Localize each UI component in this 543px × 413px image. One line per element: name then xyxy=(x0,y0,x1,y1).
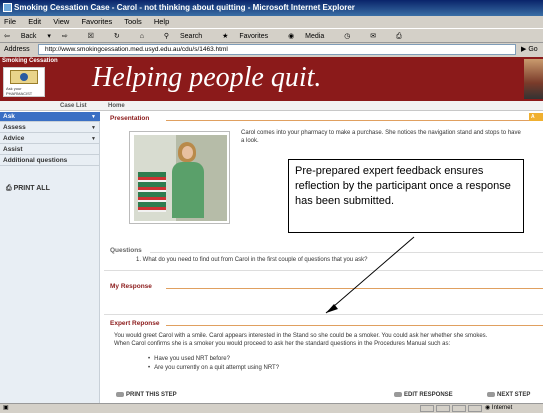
menu-favorites[interactable]: Favorites xyxy=(81,17,112,26)
browser-toolbar: ⇦ Back ▾ ⇨ ☒ ↻ ⌂ ⚲ Search ★ Favorites ◉ … xyxy=(0,28,543,43)
pharmacist-logo[interactable]: Ask your PHARMACIST xyxy=(3,67,45,97)
brand-tag: Smoking Cessation xyxy=(2,58,58,64)
annotation-callout: Pre-prepared expert feedback ensures ref… xyxy=(288,159,524,233)
address-bar: Address http://www.smokingcessation.med.… xyxy=(0,43,543,56)
question-text: 1. What do you need to find out from Car… xyxy=(136,257,368,263)
print-all-button[interactable]: ⎙ PRINT ALL xyxy=(6,185,50,193)
sidebar-item-additional-questions[interactable]: Additional questions xyxy=(0,156,100,166)
security-zone: ◉ Internet xyxy=(485,405,513,411)
divider xyxy=(150,252,543,253)
print-step-button[interactable]: PRINT THIS STEP xyxy=(116,392,177,398)
top-nav: Case List Home xyxy=(0,101,543,111)
menu-tools[interactable]: Tools xyxy=(124,17,142,26)
sidebar: Ask ▼ Assess ▼ Advice ▼ Assist Additional q… xyxy=(0,112,100,403)
menu-view[interactable]: View xyxy=(53,17,69,26)
stop-button[interactable]: ☒ xyxy=(88,33,103,40)
my-response-heading: My Response xyxy=(110,283,152,290)
mail-icon: ✉ xyxy=(370,33,377,40)
forward-arrow-icon: ⇨ xyxy=(61,33,68,40)
printer-icon: ⎙ xyxy=(396,33,402,40)
step-actions: PRINT THIS STEP EDIT RESPONSE NEXT STEP xyxy=(104,390,543,402)
back-arrow-icon: ⇦ xyxy=(4,33,10,40)
globe-icon: ◉ xyxy=(485,405,491,411)
logo-emblem-icon xyxy=(10,70,38,84)
presentation-heading: Presentation xyxy=(110,115,150,122)
divider xyxy=(104,270,543,271)
expert-response-heading: Expert Reponse xyxy=(110,320,160,327)
sidebar-item-ask[interactable]: Ask ▼ xyxy=(0,112,100,122)
refresh-button[interactable]: ↻ xyxy=(114,33,129,40)
forward-button[interactable]: ⇨ xyxy=(62,33,77,40)
next-step-button[interactable]: NEXT STEP xyxy=(487,392,530,398)
menu-file[interactable]: File xyxy=(4,17,16,26)
list-item: Are you currently on a quit attempt usin… xyxy=(148,364,279,373)
edit-response-button[interactable]: EDIT RESPONSE xyxy=(394,392,453,398)
case-list-link[interactable]: Case List xyxy=(60,101,87,111)
printer-icon: ⎙ xyxy=(6,185,12,192)
ie-icon xyxy=(3,3,12,12)
corner-tab[interactable]: A xyxy=(529,113,543,121)
print-button[interactable]: ⎙ xyxy=(396,33,411,40)
chevron-down-icon: ▼ xyxy=(91,125,96,131)
search-button[interactable]: ⚲ Search xyxy=(164,33,211,40)
expert-response-text: You would greet Carol with a smile. Caro… xyxy=(114,333,488,347)
go-arrow-icon: ▶ xyxy=(521,46,527,53)
back-button[interactable]: ⇦ Back ▾ xyxy=(4,33,51,40)
chevron-down-icon: ▼ xyxy=(91,114,96,120)
divider xyxy=(166,120,529,121)
history-button[interactable]: ◷ xyxy=(344,33,359,40)
media-button[interactable]: ◉ Media xyxy=(288,33,333,40)
home-link[interactable]: Home xyxy=(108,101,125,111)
star-icon: ★ xyxy=(222,33,229,40)
status-bar: ▣ ◉ Internet xyxy=(0,403,543,412)
divider xyxy=(104,314,543,315)
sidebar-item-assess[interactable]: Assess ▼ xyxy=(0,123,100,133)
go-button[interactable]: ▶ Go xyxy=(521,44,538,55)
menu-help[interactable]: Help xyxy=(154,17,169,26)
questions-heading: Questions xyxy=(110,247,142,254)
site-banner: Smoking Cessation Ask your PHARMACIST He… xyxy=(0,57,543,101)
history-icon: ◷ xyxy=(344,33,351,40)
site-tagline: Helping people quit. xyxy=(92,62,322,93)
address-label: Address xyxy=(4,46,30,53)
web-page: Smoking Cessation Ask your PHARMACIST He… xyxy=(0,57,543,403)
mail-button[interactable]: ✉ xyxy=(370,33,385,40)
printer-icon xyxy=(116,392,124,397)
case-presentation-text: Carol comes into your pharmacy to make a… xyxy=(241,130,521,144)
search-icon: ⚲ xyxy=(163,33,170,40)
home-button[interactable]: ⌂ xyxy=(140,33,153,40)
banner-photo xyxy=(524,59,543,99)
window-title: Smoking Cessation Case - Carol - not thi… xyxy=(14,3,355,12)
sidebar-item-assist[interactable]: Assist xyxy=(0,145,100,155)
stop-icon: ☒ xyxy=(87,33,94,40)
home-icon: ⌂ xyxy=(139,33,144,40)
media-icon: ◉ xyxy=(288,33,295,40)
menu-bar: File Edit View Favorites Tools Help xyxy=(0,16,543,28)
main-content: Presentation A Carol comes into your pha… xyxy=(104,112,543,403)
favorites-button[interactable]: ★ Favorites xyxy=(222,33,277,40)
expert-bullet-list: Have you used NRT before? Are you curren… xyxy=(148,355,279,373)
patient-photo xyxy=(129,131,230,224)
list-item: Have you used NRT before? xyxy=(148,355,279,364)
menu-edit[interactable]: Edit xyxy=(28,17,41,26)
chevron-down-icon: ▼ xyxy=(91,136,96,142)
arrow-right-icon xyxy=(487,392,495,397)
address-input[interactable]: http://www.smokingcessation.med.usyd.edu… xyxy=(38,44,516,55)
pencil-icon xyxy=(394,392,402,397)
window-title-bar: Smoking Cessation Case - Carol - not thi… xyxy=(0,0,543,16)
divider xyxy=(166,325,543,326)
divider xyxy=(166,288,543,289)
sidebar-item-advice[interactable]: Advice ▼ xyxy=(0,134,100,144)
refresh-icon: ↻ xyxy=(113,33,120,40)
